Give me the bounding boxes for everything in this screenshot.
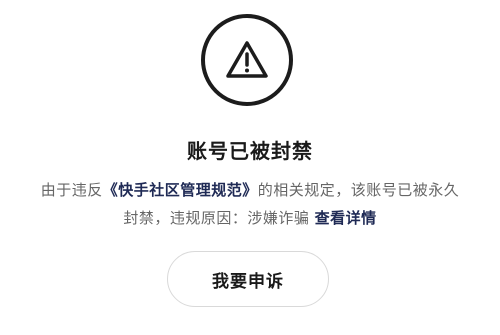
- description-prefix: 由于违反: [40, 181, 103, 199]
- page-title: 账号已被封禁: [187, 139, 313, 163]
- warning-icon: [201, 14, 293, 106]
- warning-triangle-icon: [226, 41, 268, 78]
- ban-notice-page: 账号已被封禁 由于违反《快手社区管理规范》的相关规定，该账号已被永久封禁，违规原…: [0, 0, 500, 335]
- ban-description: 由于违反《快手社区管理规范》的相关规定，该账号已被永久封禁，违规原因：涉嫌诈骗 …: [40, 176, 460, 232]
- view-details-link[interactable]: 查看详情: [315, 209, 377, 227]
- community-rules-link[interactable]: 《快手社区管理规范》: [103, 181, 258, 199]
- appeal-button[interactable]: 我要申诉: [167, 251, 329, 307]
